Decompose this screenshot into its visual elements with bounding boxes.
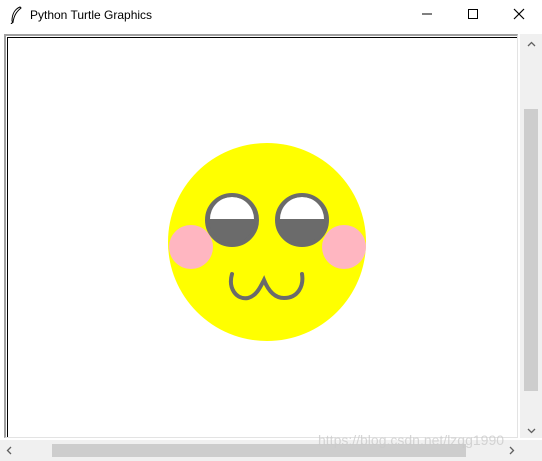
left-eye <box>205 193 259 247</box>
feather-icon <box>9 6 23 25</box>
scroll-down-arrow-icon <box>527 421 536 439</box>
vertical-scrollbar[interactable] <box>520 34 542 438</box>
scroll-up-button[interactable] <box>520 34 542 51</box>
minimize-icon <box>421 7 433 25</box>
right-eye <box>275 193 329 247</box>
maximize-icon <box>467 7 479 25</box>
window-title: Python Turtle Graphics <box>30 8 153 22</box>
close-icon <box>513 7 525 25</box>
vertical-scroll-thumb[interactable] <box>524 109 538 391</box>
scroll-down-button[interactable] <box>520 421 542 438</box>
scroll-left-arrow-icon <box>6 442 12 460</box>
minimize-button[interactable] <box>404 0 450 31</box>
close-button[interactable] <box>496 0 542 31</box>
smiley-drawing <box>168 143 366 341</box>
right-blush <box>322 225 366 269</box>
scroll-left-button[interactable] <box>0 440 17 461</box>
scroll-right-arrow-icon <box>509 442 515 460</box>
title-bar[interactable]: Python Turtle Graphics <box>0 0 542 31</box>
horizontal-scroll-thumb[interactable] <box>52 444 466 457</box>
horizontal-scrollbar[interactable] <box>0 440 520 461</box>
turtle-graphics-window: Python Turtle Graphics https://blog.csdn… <box>0 0 542 461</box>
turtle-canvas[interactable] <box>7 37 517 437</box>
scrollbar-corner <box>520 440 542 461</box>
scroll-right-button[interactable] <box>503 440 520 461</box>
maximize-button[interactable] <box>450 0 496 31</box>
turtle-canvas-frame <box>4 34 518 438</box>
scroll-up-arrow-icon <box>527 34 536 52</box>
left-blush <box>169 225 213 269</box>
